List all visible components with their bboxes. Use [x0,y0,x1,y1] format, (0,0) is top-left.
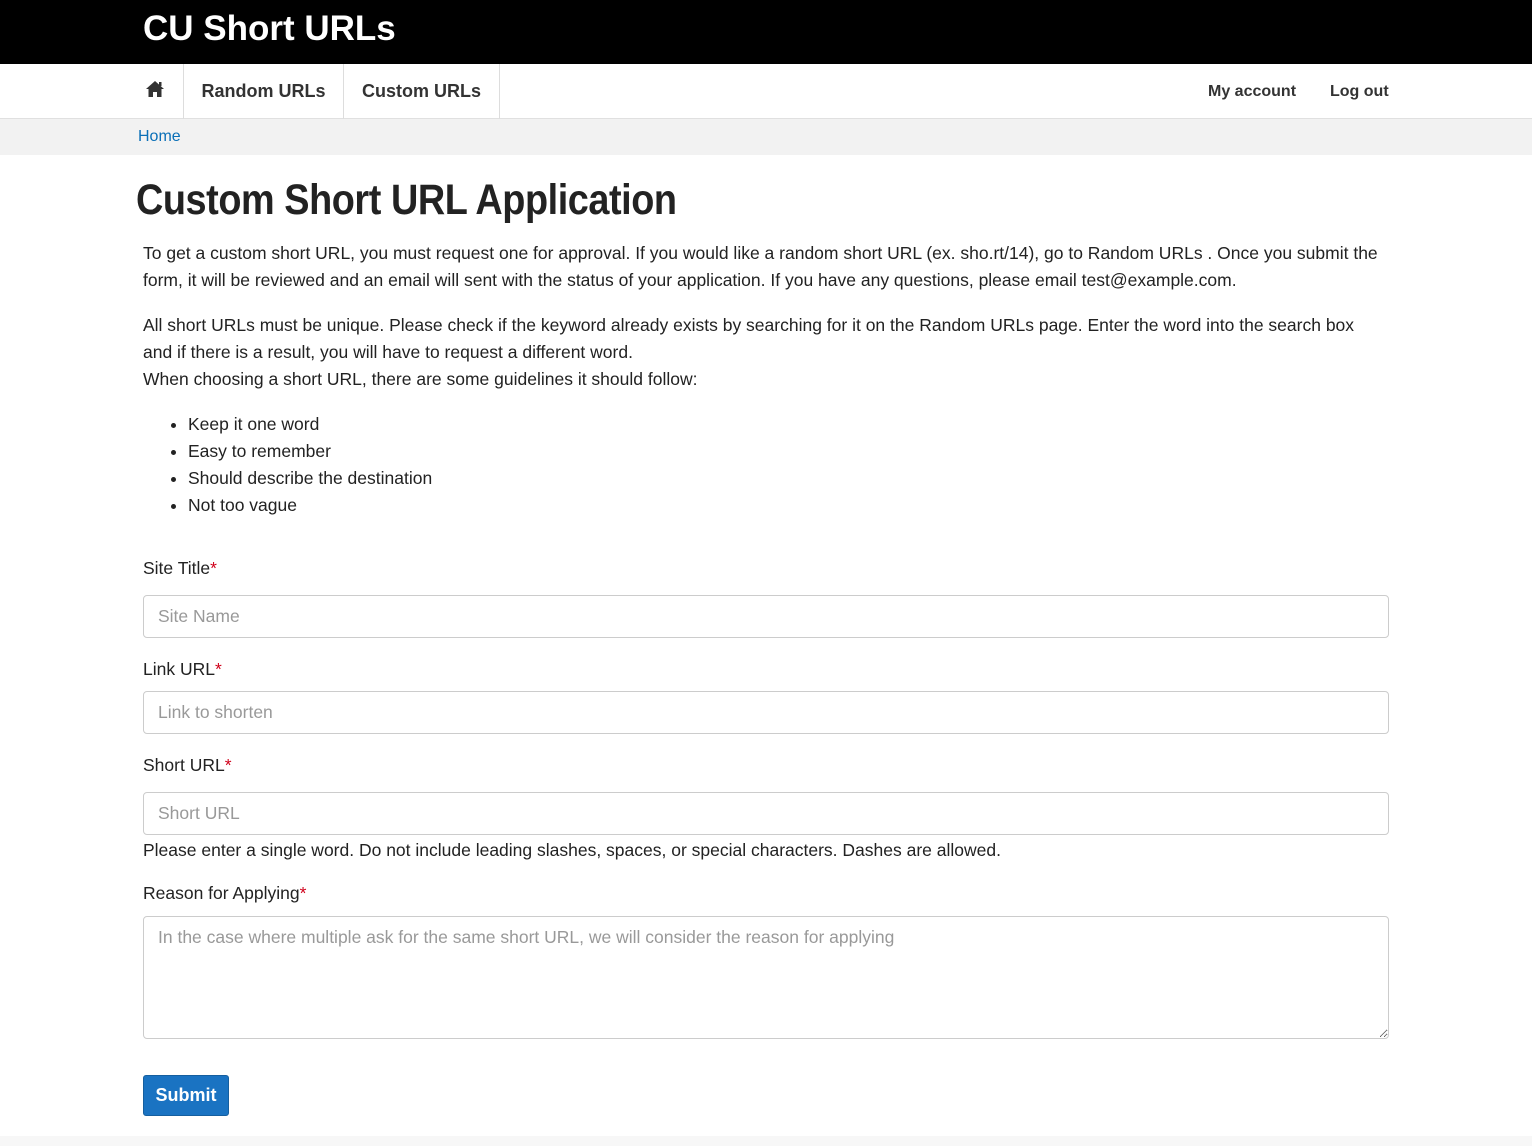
site-title-label-text: Site Title [143,558,211,578]
breadcrumb-home-link[interactable]: Home [138,127,181,147]
reason-textarea[interactable] [143,916,1389,1039]
short-url-input[interactable] [143,792,1389,835]
list-item: Not too vague [188,492,1389,519]
unique-note-text: All short URLs must be unique. Please ch… [143,315,1355,362]
submit-button[interactable]: Submit [143,1075,229,1116]
unique-note-paragraph: All short URLs must be unique. Please ch… [143,312,1383,393]
required-marker: * [224,755,232,775]
reason-label: Reason for Applying* [143,881,306,905]
link-url-label-text: Link URL [143,659,215,679]
site-header: CU Short URLs [0,0,1532,64]
intro-paragraph: To get a custom short URL, you must requ… [143,243,1378,290]
required-marker: * [299,883,307,903]
list-item: Easy to remember [188,438,1389,465]
site-title-input[interactable] [143,595,1389,638]
short-url-help-text: Please enter a single word. Do not inclu… [143,840,1001,860]
breadcrumb: Home [0,119,1532,155]
short-url-label-text: Short URL [143,755,225,775]
nav-home[interactable] [126,64,184,119]
footer-strip [0,1136,1532,1146]
reason-label-text: Reason for Applying [143,883,300,903]
nav-my-account[interactable]: My account [1208,64,1296,119]
page-title: Custom Short URL Application [136,176,677,224]
required-marker: * [214,659,222,679]
nav-custom-urls[interactable]: Custom URLs [344,64,500,119]
required-marker: * [210,558,217,578]
link-url-input[interactable] [143,691,1389,734]
list-item: Should describe the destination [188,465,1389,492]
home-icon [145,80,165,103]
guidelines-intro-text: When choosing a short URL, there are som… [143,369,698,389]
site-title-label: Site Title* [143,556,217,580]
site-title[interactable]: CU Short URLs [143,9,396,49]
intro-content: To get a custom short URL, you must requ… [143,240,1389,519]
list-item: Keep it one word [188,411,1389,438]
short-url-label: Short URL* [143,753,232,777]
main-nav: Random URLs Custom URLs My account Log o… [0,64,1532,119]
nav-log-out[interactable]: Log out [1330,64,1389,119]
nav-random-urls[interactable]: Random URLs [184,64,344,119]
guidelines-list: Keep it one word Easy to remember Should… [143,411,1389,519]
link-url-label: Link URL* [143,657,222,681]
